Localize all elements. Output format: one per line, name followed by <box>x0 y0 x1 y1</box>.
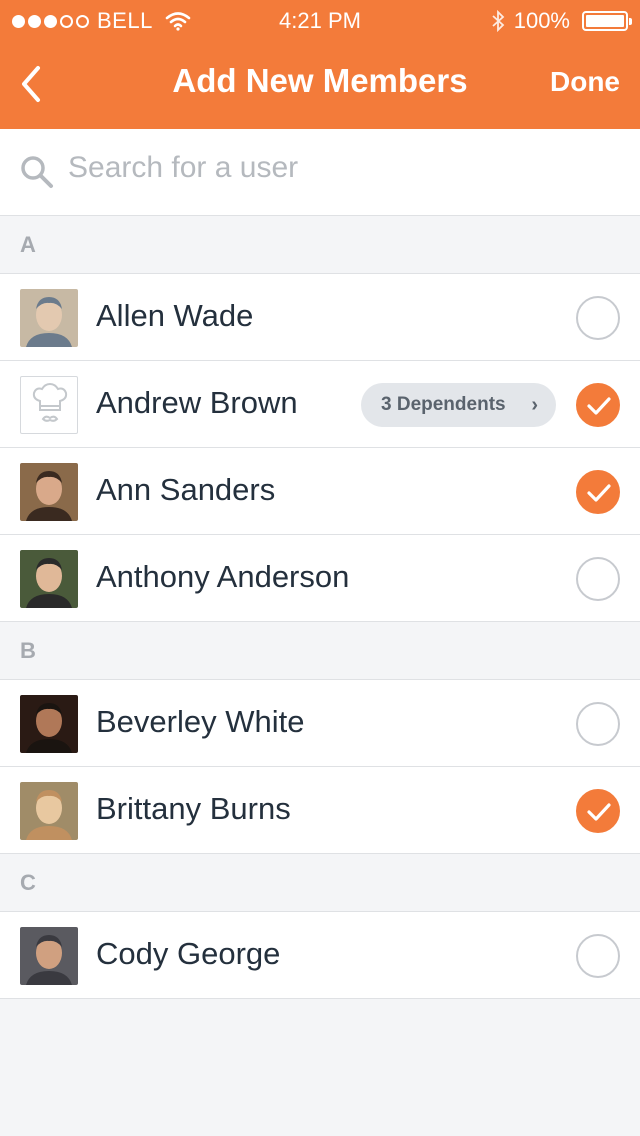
member-name: Allen Wade <box>96 298 254 333</box>
checkbox-checked[interactable] <box>576 383 620 427</box>
user-photo <box>20 695 78 753</box>
member-row[interactable]: Anthony Anderson <box>0 535 640 622</box>
avatar <box>20 289 78 347</box>
member-row[interactable]: Ann Sanders <box>0 448 640 535</box>
battery-percent: 100% <box>513 8 570 33</box>
member-name: Cody George <box>96 936 281 971</box>
avatar <box>20 463 78 521</box>
member-row[interactable]: Allen Wade <box>0 274 640 361</box>
member-list: A Allen Wade Andrew Brown 3 Dependents › Ann … <box>0 216 640 999</box>
checkbox-unchecked[interactable] <box>576 296 620 340</box>
header: BELL 4:21 PM 100% Add New Members Done <box>0 0 640 129</box>
checkbox-checked[interactable] <box>576 470 620 514</box>
status-right: 100% <box>490 8 632 34</box>
chevron-right-icon: › <box>531 394 538 416</box>
member-name: Andrew Brown <box>96 385 298 420</box>
user-photo <box>20 550 78 608</box>
search-icon <box>21 156 53 188</box>
checkbox-checked[interactable] <box>576 789 620 833</box>
dependents-badge[interactable]: 3 Dependents › <box>361 383 556 427</box>
checkbox-unchecked[interactable] <box>576 934 620 978</box>
battery-icon <box>582 11 632 31</box>
user-photo <box>20 927 78 985</box>
member-row[interactable]: Cody George <box>0 912 640 999</box>
member-row[interactable]: Brittany Burns <box>0 767 640 854</box>
section-header-c: C <box>0 854 640 912</box>
page-title: Add New Members <box>172 62 468 99</box>
avatar <box>20 376 78 434</box>
avatar <box>20 550 78 608</box>
bluetooth-icon <box>492 9 505 33</box>
user-photo <box>20 782 78 840</box>
chef-hat-icon <box>32 382 68 422</box>
search-bar <box>0 129 640 216</box>
member-name: Anthony Anderson <box>96 559 350 594</box>
checkbox-unchecked[interactable] <box>576 557 620 601</box>
member-name: Ann Sanders <box>96 472 276 507</box>
done-button[interactable]: Done <box>550 66 620 98</box>
navigation-bar: Add New Members Done <box>0 40 640 129</box>
checkmark-icon <box>587 397 611 415</box>
member-name: Beverley White <box>96 704 305 739</box>
search-input[interactable] <box>68 151 588 185</box>
checkmark-icon <box>587 484 611 502</box>
checkmark-icon <box>587 803 611 821</box>
dependents-label: 3 Dependents <box>381 394 506 415</box>
member-row[interactable]: Beverley White <box>0 680 640 767</box>
section-header-b: B <box>0 622 640 680</box>
avatar <box>20 927 78 985</box>
avatar <box>20 695 78 753</box>
member-name: Brittany Burns <box>96 791 291 826</box>
member-row[interactable]: Andrew Brown 3 Dependents › <box>0 361 640 448</box>
battery-fill <box>586 15 624 27</box>
avatar <box>20 782 78 840</box>
status-bar: BELL 4:21 PM 100% <box>0 0 640 40</box>
checkbox-unchecked[interactable] <box>576 702 620 746</box>
user-photo <box>20 463 78 521</box>
user-photo <box>20 289 78 347</box>
section-header-a: A <box>0 216 640 274</box>
